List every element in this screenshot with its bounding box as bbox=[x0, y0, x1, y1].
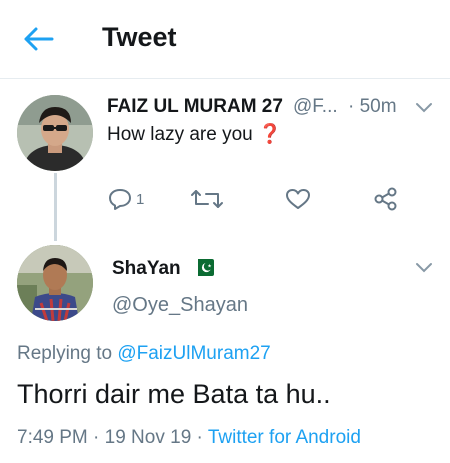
author-name[interactable]: FAIZ UL MURAM 27 bbox=[107, 96, 283, 118]
like-button[interactable] bbox=[284, 187, 312, 213]
tweet-text: Thorri dair me Bata ta hu.. bbox=[17, 379, 331, 409]
header-divider bbox=[0, 78, 450, 79]
question-mark-emoji: ❓ bbox=[258, 124, 282, 145]
chevron-down-icon[interactable] bbox=[414, 260, 434, 274]
reply-count: 1 bbox=[136, 191, 145, 208]
pakistan-flag-icon bbox=[193, 259, 214, 276]
tweet-text: How lazy are you ❓ bbox=[107, 122, 282, 146]
top-app-bar: Tweet bbox=[0, 0, 450, 78]
retweet-icon bbox=[191, 190, 223, 208]
tweet-time: · 50m bbox=[348, 96, 397, 117]
replying-to-link[interactable]: @FaizUlMuram27 bbox=[117, 343, 270, 364]
retweet-button[interactable] bbox=[190, 187, 224, 213]
share-icon bbox=[374, 187, 397, 211]
avatar[interactable] bbox=[17, 245, 93, 321]
heart-icon bbox=[286, 189, 310, 209]
tweet-source-link[interactable]: Twitter for Android bbox=[208, 427, 361, 448]
back-arrow-icon[interactable] bbox=[22, 24, 56, 54]
reply-icon bbox=[109, 189, 131, 210]
share-button[interactable] bbox=[373, 187, 399, 213]
chevron-down-icon[interactable] bbox=[414, 100, 434, 114]
author-name[interactable]: ShaYan bbox=[112, 258, 181, 280]
tweet-timestamp: 7:49 PM · 19 Nov 19 · bbox=[17, 427, 203, 448]
author-handle[interactable]: @Oye_Shayan bbox=[112, 294, 248, 317]
thread-connector-line bbox=[54, 173, 57, 241]
tweet-text-body: How lazy are you bbox=[107, 124, 253, 145]
replying-to: Replying to @FaizUlMuram27 bbox=[17, 343, 271, 365]
author-handle[interactable]: @F... bbox=[293, 96, 338, 118]
avatar[interactable] bbox=[17, 95, 93, 171]
tweet-meta: 7:49 PM · 19 Nov 19 · Twitter for Androi… bbox=[17, 427, 361, 449]
reply-button[interactable]: 1 bbox=[107, 187, 152, 213]
replying-to-label: Replying to bbox=[17, 343, 113, 364]
page-title: Tweet bbox=[102, 22, 177, 52]
